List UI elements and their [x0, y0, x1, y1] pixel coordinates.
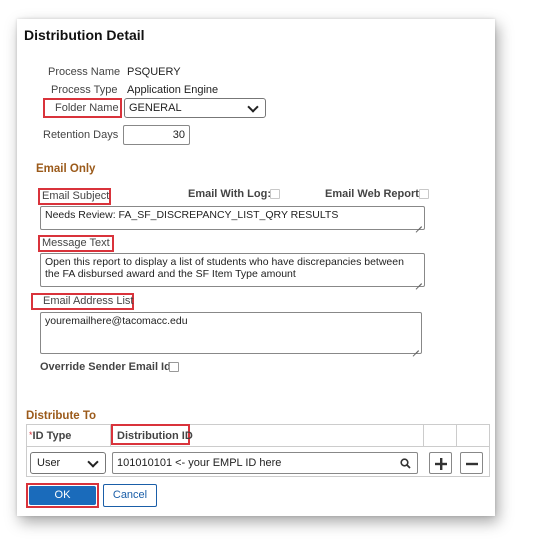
distribution-id-value: 101010101 <- your EMPL ID here	[117, 457, 282, 469]
email-subject-label: Email Subject	[42, 190, 110, 202]
email-only-heading: Email Only	[36, 163, 96, 175]
email-subject-value: Needs Review: FA_SF_DISCREPANCY_LIST_QRY…	[45, 209, 339, 221]
id-type-value: User	[37, 457, 61, 469]
override-sender-checkbox[interactable]	[169, 362, 179, 372]
id-type-header: *ID Type	[29, 430, 72, 442]
distribute-to-heading: Distribute To	[26, 410, 97, 422]
distribution-detail-panel: Distribution Detail Process Name PSQUERY…	[17, 19, 495, 516]
email-web-report-checkbox[interactable]	[419, 189, 429, 199]
resize-grip-icon[interactable]	[412, 344, 419, 351]
distribution-grid-header	[26, 424, 490, 446]
cancel-button[interactable]: Cancel	[103, 484, 157, 507]
message-text-textarea[interactable]: Open this report to display a list of st…	[40, 253, 425, 287]
minus-icon	[466, 462, 478, 466]
process-name-value: PSQUERY	[127, 66, 181, 78]
email-subject-textarea[interactable]: Needs Review: FA_SF_DISCREPANCY_LIST_QRY…	[40, 206, 425, 230]
page-title: Distribution Detail	[24, 27, 145, 43]
chevron-down-icon	[87, 456, 99, 468]
process-type-value: Application Engine	[127, 84, 219, 96]
email-with-log-label: Email With Log:	[188, 188, 272, 200]
resize-grip-icon[interactable]	[415, 277, 422, 284]
plus-icon	[435, 458, 447, 470]
message-text-label: Message Text	[42, 237, 110, 249]
email-address-list-label: Email Address List	[43, 295, 134, 307]
id-type-select[interactable]: User	[30, 452, 106, 474]
distribution-id-header: Distribution ID	[117, 430, 193, 442]
process-type-label: Process Type	[51, 84, 118, 96]
chevron-down-icon	[247, 101, 259, 113]
override-sender-label: Override Sender Email Id:	[40, 361, 175, 373]
folder-name-label: Folder Name	[55, 102, 119, 114]
process-name-label: Process Name	[48, 66, 121, 78]
retention-days-value: 30	[172, 129, 185, 141]
retention-days-input[interactable]: 30	[123, 125, 190, 145]
ok-button[interactable]: OK	[29, 486, 96, 505]
delete-row-button[interactable]	[460, 452, 483, 474]
email-with-log-checkbox[interactable]	[270, 189, 280, 199]
email-address-list-textarea[interactable]: youremailhere@tacomacc.edu	[40, 312, 422, 354]
email-address-list-value: youremailhere@tacomacc.edu	[45, 315, 188, 327]
email-web-report-label: Email Web Report:	[325, 188, 423, 200]
distribution-id-input[interactable]: 101010101 <- your EMPL ID here	[112, 452, 418, 474]
message-text-value: Open this report to display a list of st…	[45, 256, 404, 280]
retention-days-label: Retention Days	[43, 129, 119, 141]
resize-grip-icon[interactable]	[415, 220, 422, 227]
folder-name-value: GENERAL	[129, 102, 182, 114]
search-icon[interactable]	[400, 458, 411, 469]
add-row-button[interactable]	[429, 452, 452, 474]
folder-name-select[interactable]: GENERAL	[124, 98, 266, 118]
